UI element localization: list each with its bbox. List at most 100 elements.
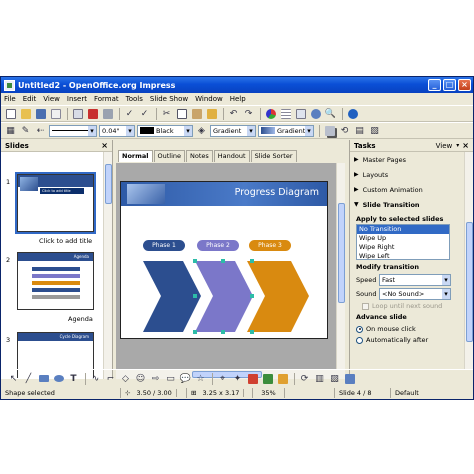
stars-icon[interactable]: ☆ [194, 372, 207, 385]
tasks-scrollbar[interactable] [464, 152, 473, 369]
sound-select[interactable]: <No Sound> [379, 288, 451, 300]
rotate-icon[interactable]: ⟲ [338, 124, 351, 137]
extrusion-icon[interactable] [343, 372, 356, 385]
tab-handout[interactable]: Handout [213, 150, 250, 162]
line-width-input[interactable]: 0.04" [99, 124, 135, 137]
curve-icon[interactable]: ∿ [89, 372, 102, 385]
slides-scroll-thumb[interactable] [105, 164, 112, 204]
from-file-icon[interactable] [261, 372, 274, 385]
menu-window[interactable]: Window [195, 95, 223, 103]
menu-view[interactable]: View [43, 95, 60, 103]
selection-handle[interactable] [193, 330, 197, 334]
email-icon[interactable] [49, 107, 62, 120]
callouts-icon[interactable]: 💬 [179, 372, 192, 385]
slide-editor[interactable]: Progress Diagram Phase 1 Phase 2 Phase 3 [116, 163, 345, 379]
radio-automatically-after[interactable]: Automatically after [350, 333, 473, 344]
loop-checkbox[interactable] [362, 302, 369, 310]
format-paintbrush-icon[interactable] [205, 107, 218, 120]
display-grid-icon[interactable] [294, 107, 307, 120]
symbol-shapes-icon[interactable]: ☺ [134, 372, 147, 385]
text-icon[interactable]: T [67, 372, 80, 385]
arrange-icon[interactable]: ▧ [368, 124, 381, 137]
edit-file-icon[interactable] [71, 107, 84, 120]
export-pdf-icon[interactable] [86, 107, 99, 120]
menu-format[interactable]: Format [94, 95, 119, 103]
transition-item[interactable]: Wipe Up [357, 234, 449, 243]
selection-handle[interactable] [250, 330, 254, 334]
tasks-scroll-thumb[interactable] [466, 222, 473, 342]
chevron-phase-3[interactable] [247, 261, 309, 332]
copy-icon[interactable] [175, 107, 188, 120]
tab-notes[interactable]: Notes [186, 150, 213, 162]
line-icon[interactable]: ✎ [19, 124, 32, 137]
block-arrows-icon[interactable]: ⇨ [149, 372, 162, 385]
phase-3-label[interactable]: Phase 3 [249, 240, 291, 251]
help-icon[interactable] [346, 107, 359, 120]
chart-icon[interactable] [264, 107, 277, 120]
align-icon[interactable]: ▤ [353, 124, 366, 137]
transition-item[interactable]: Wipe Left [357, 252, 449, 259]
tab-outline[interactable]: Outline [153, 150, 186, 162]
editor-scroll-thumb[interactable] [338, 203, 345, 303]
status-zoom[interactable]: 35% [253, 388, 285, 398]
points-icon[interactable]: ⌖ [216, 372, 229, 385]
tab-slide-sorter[interactable]: Slide Sorter [250, 150, 297, 162]
pointer-style-icon[interactable]: ▦ [4, 124, 17, 137]
task-layouts[interactable]: ▶ Layouts [350, 167, 473, 182]
selection-handle[interactable] [250, 259, 254, 263]
table-icon[interactable] [279, 107, 292, 120]
tasks-view-menu[interactable]: View [436, 142, 453, 150]
chevron-phase-2[interactable] [195, 261, 253, 332]
selection-handle[interactable] [221, 330, 225, 334]
undo-icon[interactable]: ↶ [227, 107, 240, 120]
phase-2-label[interactable]: Phase 2 [197, 240, 239, 251]
slide-thumbnail-1[interactable]: Click to add title [15, 172, 96, 234]
progress-diagram[interactable] [121, 182, 328, 339]
arrow-style-icon[interactable]: ⇠ [34, 124, 47, 137]
maximize-button[interactable]: □ [443, 79, 456, 91]
arrange-tool-icon[interactable]: ▨ [328, 372, 341, 385]
task-master-pages[interactable]: ▶ Master Pages [350, 152, 473, 167]
fontwork-icon[interactable] [246, 372, 259, 385]
connector-icon[interactable]: ⌐ [104, 372, 117, 385]
menu-help[interactable]: Help [230, 95, 246, 103]
print-icon[interactable] [101, 107, 114, 120]
alignment-icon[interactable]: ▥ [313, 372, 326, 385]
cut-icon[interactable]: ✂ [160, 107, 173, 120]
transition-item[interactable]: No Transition [357, 225, 449, 234]
phase-1-label[interactable]: Phase 1 [143, 240, 185, 251]
menu-slide-show[interactable]: Slide Show [150, 95, 188, 103]
tab-normal[interactable]: Normal [118, 150, 153, 162]
editor-vertical-scrollbar[interactable] [336, 163, 345, 369]
radio-on-mouse-click[interactable]: On mouse click [350, 322, 473, 333]
shadow-icon[interactable] [323, 124, 336, 137]
transition-item[interactable]: Wipe Right [357, 243, 449, 252]
radio-button[interactable] [356, 336, 363, 344]
rectangle-icon[interactable] [37, 372, 50, 385]
save-icon[interactable] [34, 107, 47, 120]
new-document-icon[interactable] [4, 107, 17, 120]
slide-thumbnail-2[interactable]: Agenda [17, 252, 94, 310]
rotate-tool-icon[interactable]: ⟳ [298, 372, 311, 385]
line-tool-icon[interactable]: ╱ [22, 372, 35, 385]
line-style-select[interactable] [49, 124, 97, 137]
menu-file[interactable]: File [4, 95, 16, 103]
menu-tools[interactable]: Tools [126, 95, 143, 103]
spellcheck-icon[interactable]: ✓ [123, 107, 136, 120]
chevron-down-icon[interactable]: ▾ [456, 142, 459, 149]
close-button[interactable]: × [458, 79, 471, 91]
area-style-select[interactable]: Gradient [210, 124, 256, 137]
paste-icon[interactable] [190, 107, 203, 120]
task-slide-transition[interactable]: ▼ Slide Transition [350, 197, 473, 212]
close-pane-icon[interactable]: × [101, 141, 108, 150]
flowchart-icon[interactable]: ▭ [164, 372, 177, 385]
area-fill-icon[interactable]: ◈ [195, 124, 208, 137]
radio-button[interactable] [356, 325, 363, 333]
basic-shapes-icon[interactable]: ◇ [119, 372, 132, 385]
select-pointer-icon[interactable]: ↖ [7, 372, 20, 385]
selection-handle[interactable] [193, 294, 197, 298]
chevron-phase-1[interactable] [143, 261, 201, 332]
slide-canvas[interactable]: Progress Diagram Phase 1 Phase 2 Phase 3 [120, 181, 328, 339]
glue-points-icon[interactable]: ✦ [231, 372, 244, 385]
slides-scrollbar[interactable] [103, 152, 112, 379]
